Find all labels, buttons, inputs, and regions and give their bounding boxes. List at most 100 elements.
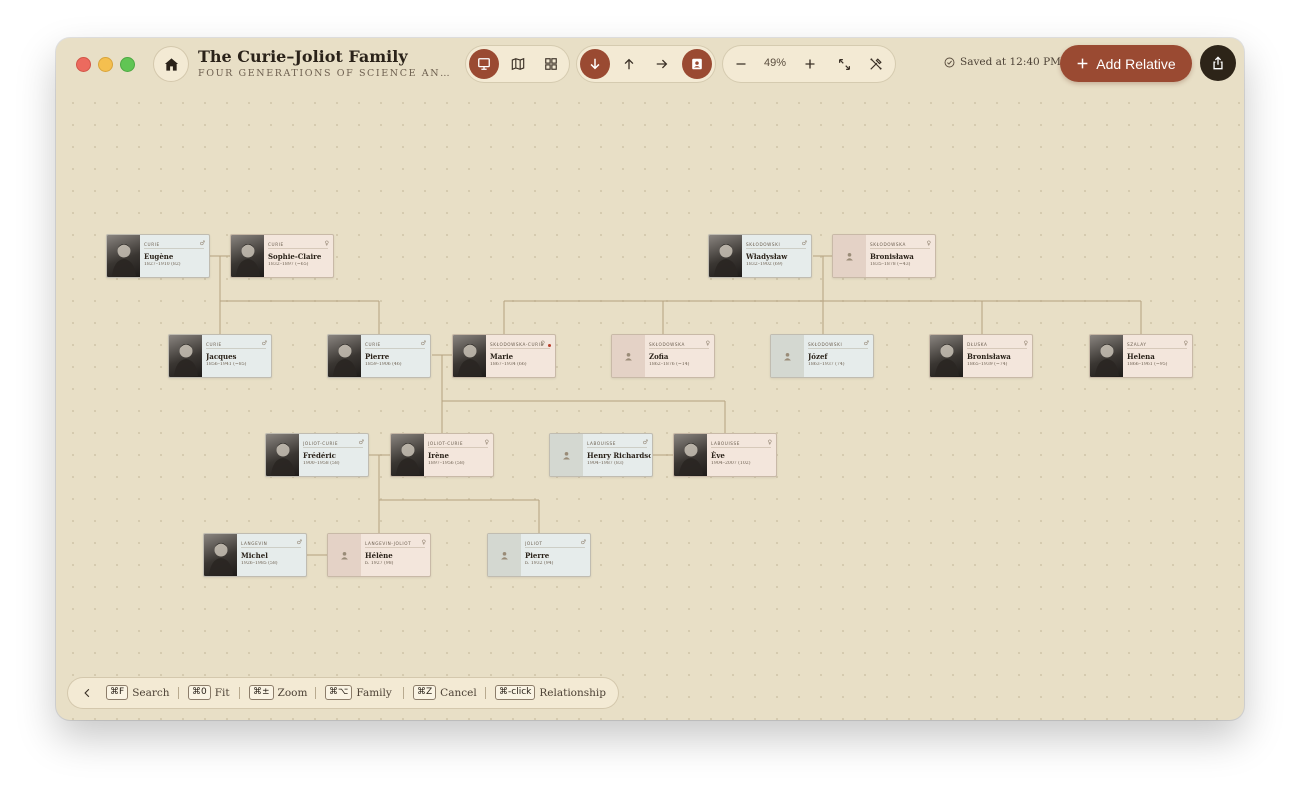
male-symbol-icon: ♂: [261, 340, 267, 347]
shortcut-label: Zoom: [277, 686, 308, 699]
home-icon: [164, 57, 178, 71]
person-card-sophie[interactable]: CURIE Sophie-Claire 1832–1897 (~65) ♀: [230, 234, 334, 278]
card-divider: [525, 547, 585, 548]
shortcut-key: ⌘F: [106, 685, 129, 700]
person-given-name: Michel: [241, 551, 268, 560]
person-placeholder-icon: [328, 534, 361, 576]
person-surname: DŁUSKA: [967, 342, 988, 347]
person-card-michel[interactable]: LANGEVIN Michel 1926–1985 (58) ♂: [203, 533, 307, 577]
shortcut-label: Fit: [214, 686, 230, 699]
person-surname: SZALAY: [1127, 342, 1147, 347]
save-status: Saved at 12:40 PM: [944, 56, 1061, 68]
zoom-window-button[interactable]: [120, 57, 135, 72]
tree-view-button[interactable]: [469, 49, 499, 79]
person-card-eugene[interactable]: CURIE Eugène 1827–1910 (82) ♂: [106, 234, 210, 278]
page-subtitle: FOUR GENERATIONS OF SCIENCE AND PUBLIC L…: [198, 68, 452, 79]
male-symbol-icon: ♂: [296, 539, 302, 546]
person-card-eve[interactable]: LABOUISSE Ève 1904–2007 (102) ♀: [673, 433, 777, 477]
card-divider: [206, 348, 266, 349]
direction-up-button[interactable]: [614, 49, 644, 79]
male-symbol-icon: ♂: [801, 240, 807, 247]
person-card-jozef[interactable]: SKŁODOWSKI Józef 1863–1937 (74) ♂: [770, 334, 874, 378]
shortcut-key: ⌘±: [249, 685, 274, 700]
person-dates: 1897–1956 (58): [428, 461, 465, 466]
direction-down-button[interactable]: [580, 49, 610, 79]
person-dates: 1900–1958 (58): [303, 461, 340, 466]
card-divider: [365, 348, 425, 349]
person-card-marie[interactable]: SKŁODOWSKA-CURIE Marie 1867–1934 (66) ♀: [452, 334, 556, 378]
person-photo: [204, 534, 237, 576]
minimize-window-button[interactable]: [98, 57, 113, 72]
person-given-name: Józef: [808, 352, 828, 361]
person-dates: 1866–1961 (~95): [1127, 362, 1168, 367]
card-divider: [241, 547, 301, 548]
person-card-bronislawa-sr[interactable]: SKŁODOWSKA Bronisława 1835–1878 (~43) ♀: [832, 234, 936, 278]
person-card-pierre-joliot[interactable]: JOLIOT Pierre b. 1932 (94) ♂: [487, 533, 591, 577]
female-symbol-icon: ♀: [926, 240, 931, 247]
person-card-zofia[interactable]: SKŁODOWSKA Zofia 1862–1876 (~14) ♀: [611, 334, 715, 378]
person-card-helene[interactable]: LANGEVIN-JOLIOT Hélène b. 1927 (98) ♀: [327, 533, 431, 577]
person-card-wladyslaw[interactable]: SKŁODOWSKI Władysław 1832–1902 (69) ♂: [708, 234, 812, 278]
tree-canvas[interactable]: CURIE Eugène 1827–1910 (82) ♂ CURIE Sophie-Cl…: [56, 90, 1244, 720]
shortcut-key: ⌘Z: [413, 685, 437, 700]
person-photo: [107, 235, 140, 277]
female-symbol-icon: ♀: [324, 240, 329, 247]
person-photo: [169, 335, 202, 377]
card-divider: [587, 447, 647, 448]
person-surname: SKŁODOWSKA: [870, 242, 906, 247]
home-button[interactable]: [154, 47, 188, 81]
relationship-lines: [210, 255, 1142, 556]
person-given-name: Zofia: [649, 352, 669, 361]
person-given-name: Bronisława: [967, 352, 1011, 361]
map-view-button[interactable]: [503, 49, 533, 79]
card-divider: [1127, 348, 1187, 349]
expand-arrows-icon: [838, 58, 850, 70]
person-card-frederic[interactable]: JOLIOT-CURIE Frédéric 1900–1958 (58) ♂: [265, 433, 369, 477]
person-surname: SKŁODOWSKA-CURIE: [490, 342, 544, 347]
close-window-button[interactable]: [76, 57, 91, 72]
add-relative-button[interactable]: Add Relative: [1060, 45, 1192, 82]
shortcut-key: ⌘0: [188, 685, 211, 700]
person-surname: LANGEVIN: [241, 541, 268, 546]
person-dates: 1863–1937 (74): [808, 362, 845, 367]
share-button[interactable]: [1200, 45, 1236, 81]
male-symbol-icon: ♂: [420, 340, 426, 347]
fit-to-screen-button[interactable]: [829, 49, 859, 79]
person-photo: [674, 434, 707, 476]
female-symbol-icon: ♀: [705, 340, 710, 347]
tools-button[interactable]: [861, 49, 891, 79]
person-surname: CURIE: [206, 342, 222, 347]
card-view-button[interactable]: [682, 49, 712, 79]
shortcut-hint-zoom: ⌘± Zoom: [249, 685, 307, 700]
person-dates: 1867–1934 (66): [490, 362, 527, 367]
person-placeholder-icon: [771, 335, 804, 377]
person-given-name: Hélène: [365, 551, 393, 560]
direction-right-button[interactable]: [647, 49, 677, 79]
male-symbol-icon: ♂: [199, 240, 205, 247]
person-surname: JOLIOT: [525, 541, 543, 546]
person-placeholder-icon: [612, 335, 645, 377]
tree-view-icon: [478, 58, 490, 70]
grid-icon: [545, 58, 557, 70]
female-symbol-icon: ♀: [421, 539, 426, 546]
person-photo: [453, 335, 486, 377]
person-card-henry[interactable]: LABOUISSE Henry Richardson 1904–1987 (83) ♂: [549, 433, 653, 477]
zoom-in-button[interactable]: [795, 49, 825, 79]
collapse-hints-button[interactable]: [78, 684, 96, 702]
card-divider: [808, 348, 868, 349]
person-card-jacques[interactable]: CURIE Jacques 1856–1941 (~85) ♂: [168, 334, 272, 378]
person-card-bronislawa[interactable]: DŁUSKA Bronisława 1865–1939 (~74) ♀: [929, 334, 1033, 378]
check-circle-icon: [944, 57, 955, 67]
card-divider: [711, 447, 771, 448]
grid-view-button[interactable]: [536, 49, 566, 79]
person-card-helena[interactable]: SZALAY Helena 1866–1961 (~95) ♀: [1089, 334, 1193, 378]
person-card-pierre[interactable]: CURIE Pierre 1859–1906 (46) ♂: [327, 334, 431, 378]
zoom-out-button[interactable]: [726, 49, 756, 79]
person-dates: 1904–1987 (83): [587, 461, 624, 466]
person-surname: CURIE: [268, 242, 284, 247]
plus-icon: [1077, 58, 1088, 69]
person-card-irene[interactable]: JOLIOT-CURIE Irène 1897–1956 (58) ♀: [390, 433, 494, 477]
male-symbol-icon: ♂: [642, 439, 648, 446]
person-given-name: Helena: [1127, 352, 1155, 361]
male-symbol-icon: ♂: [863, 340, 869, 347]
